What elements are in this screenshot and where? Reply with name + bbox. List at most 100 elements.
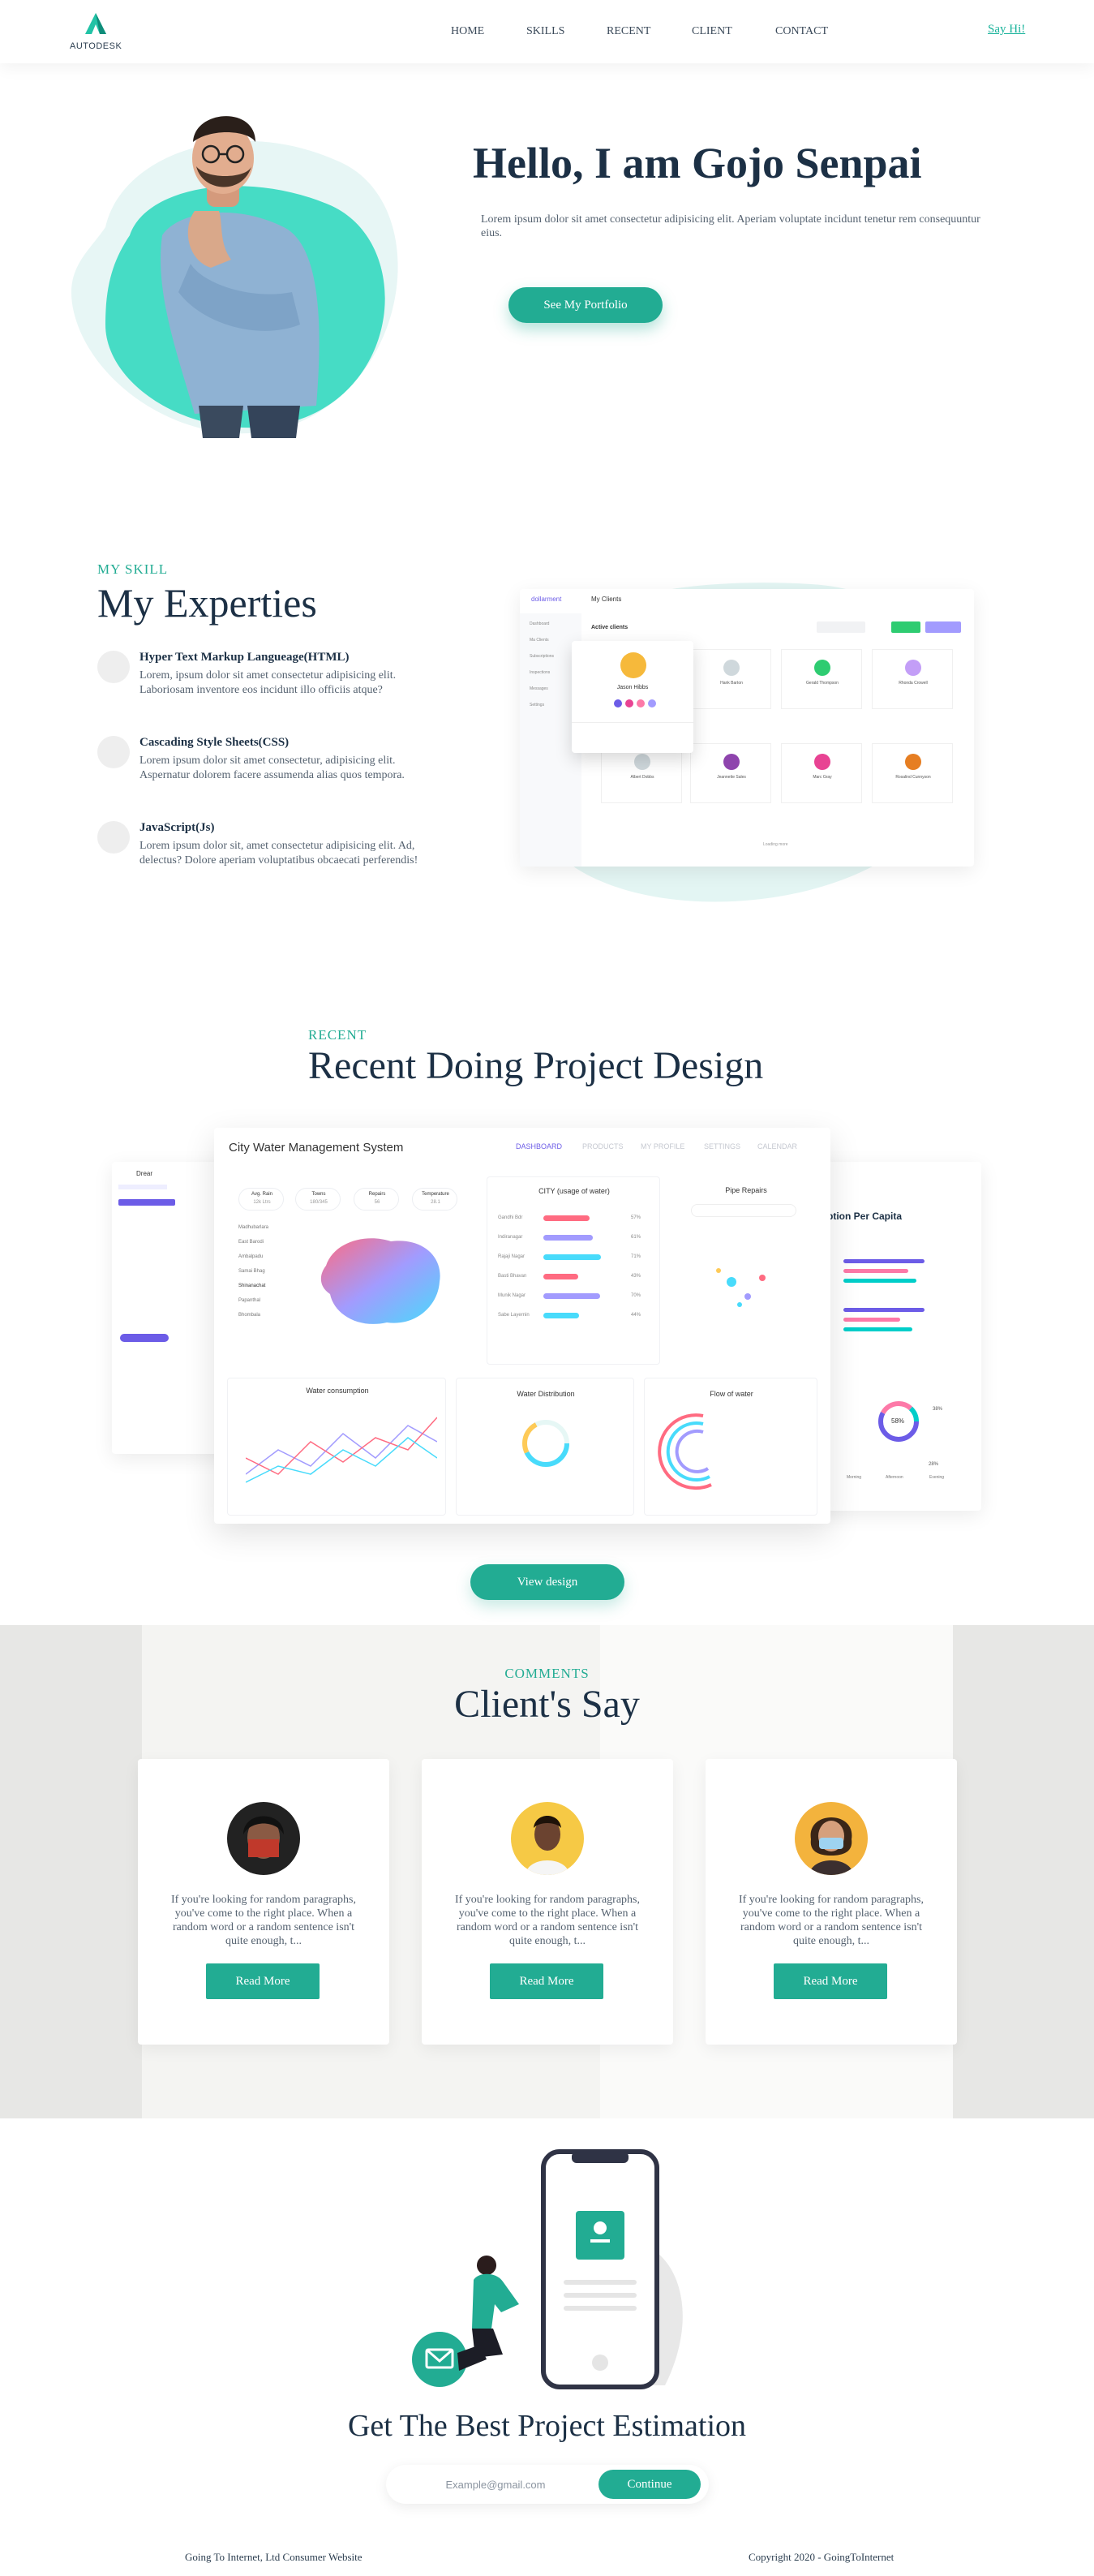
scatter-icon [716,1268,766,1307]
side-legend-item: Afternoon [886,1475,903,1480]
client-avatar-icon [227,1802,300,1875]
skill-item-css: Cascading Style Sheets(CSS) Lorem ipsum … [97,736,438,793]
read-more-button[interactable]: Read More [774,1963,887,1999]
skill-description: Lorem, ipsum dolor sit amet consectetur … [139,669,397,696]
usage-bar [543,1235,593,1241]
mockup-client-card: Jeannette Sales [690,743,771,803]
mockup-client-card: Rhonda Crowell [872,649,953,709]
estimation-title: Get The Best Project Estimation [347,2409,747,2443]
usage-label: Indiranagar [498,1235,523,1240]
usage-bars: Gandhi Bdr 57% Indiranagar 61% Rajaji Nagar 7… [487,1176,660,1365]
ring-chart-icon [522,1420,569,1467]
dashboard-tab: SETTINGS [704,1142,741,1150]
line-chart-icon [246,1417,437,1483]
read-more-button[interactable]: Read More [490,1963,603,1999]
recent-kicker: RECENT [308,1027,367,1043]
client-avatar-icon [795,1802,868,1875]
testimonial-quote: If you're looking for random paragraphs,… [454,1894,640,1947]
phone-estimation-illustration [412,2149,683,2389]
skill-title: My Experties [97,580,317,626]
clients-kicker: COMMENTS [504,1666,590,1681]
donut-label: 38% [933,1407,943,1412]
mockup-header: My Clients [591,596,622,603]
autodesk-logo-icon [85,13,106,34]
pipe-repairs-card: Pipe Repairs [675,1176,817,1365]
dashboard-tab: PRODUCTS [582,1142,624,1150]
side-brand: Drear [136,1170,153,1177]
usage-label: Sabe Layernin [498,1313,530,1318]
recent-title: Recent Doing Project Design [308,1044,764,1087]
skill-item-html: Hyper Text Markup Langueage(HTML) Lorem,… [97,651,438,707]
hero-title: Hello, I am Gojo Senpai [473,139,922,187]
skill-name: Hyper Text Markup Langueage(HTML) [139,651,350,664]
mockup-sidebar-item: Subscriptions [530,654,555,659]
footer-copyright: Copyright 2020 - GoingToInternet [749,2551,895,2563]
usage-bar [543,1274,578,1279]
mockup-load-more: Loading more [763,842,788,847]
continue-button[interactable]: Continue [598,2470,701,2499]
mockup-client-card: Hank Barton [690,649,771,709]
testimonial-card: If you're looking for random paragraphs,… [138,1759,389,2045]
usage-bar [543,1254,601,1260]
usage-label: Rajaji Nagar [498,1254,526,1259]
hero-description: Lorem ipsum dolor sit amet consectetur a… [481,213,980,239]
arc-chart-icon [658,1413,712,1490]
skill-name: Cascading Style Sheets(CSS) [139,736,290,749]
autodesk-logo[interactable]: AUTODESK [70,10,122,51]
mockup-client-card: Marc Gray [781,743,862,803]
skill-name: JavaScript(Js) [139,821,215,834]
brand-name: AUTODESK [70,41,122,51]
distribution-title: Water Distribution [517,1390,575,1398]
testimonial-quote: If you're looking for random paragraphs,… [738,1894,924,1947]
say-hi-link[interactable]: Say Hi! [988,23,1025,37]
flow-title: Flow of water [710,1390,753,1398]
avatar [511,1802,584,1875]
mockup-tab: Active clients [591,625,629,630]
email-form: Continue [386,2465,709,2504]
clients-title: Client's Say [454,1683,640,1726]
view-design-button[interactable]: View design [470,1564,624,1600]
side-dashboard-right: ption Per Capita 58% 38% 28% Morning Aft… [811,1162,981,1511]
footer-company: Going To Internet, Ltd Consumer Website [185,2551,363,2563]
flow-of-water-card: Flow of water [644,1378,817,1516]
nav-skills[interactable]: SKILLS [526,25,564,38]
mockup-sidebar-item: Ma Clients [530,638,549,643]
read-more-button[interactable]: Read More [206,1963,320,1999]
email-input[interactable] [402,2472,589,2496]
skill-bullet-icon [97,821,130,854]
avatar [227,1802,300,1875]
testimonial-quote: If you're looking for random paragraphs,… [170,1894,356,1947]
mockup-client-popup: Jason Hibbs [572,641,693,753]
district-item: Papanthal [238,1298,261,1303]
usage-label: Gandhi Bdr [498,1215,523,1220]
see-portfolio-button[interactable]: See My Portfolio [508,287,663,323]
nav-contact[interactable]: CONTACT [775,25,828,38]
stat-pill: Repairs 56 [354,1188,399,1211]
usage-label: Munik Nagar [498,1293,526,1298]
dashboard-tab: MY PROFILE [641,1142,685,1150]
district-item: Bhombala [238,1313,261,1318]
water-consumption-card: Water consumption [227,1378,446,1516]
usage-bar [543,1313,579,1318]
side-title: ption Per Capita [827,1211,903,1222]
district-item: Shinanachat [238,1284,266,1288]
client-avatar-icon [511,1802,584,1875]
skill-description: Lorem ipsum dolor sit amet consectetur, … [139,755,405,781]
mockup-brand: dollarment [531,596,562,603]
stat-pill: Temperature 28.1 [412,1188,457,1211]
top-navbar: AUTODESK HOME SKILLS RECENT CLIENT CONTA… [0,0,1094,63]
mockup-add-button [891,621,920,633]
nav-recent[interactable]: RECENT [607,25,650,38]
nav-home[interactable]: HOME [451,25,484,38]
stat-pill: Avg. Rain 12k Ltrs [238,1188,284,1211]
mockup-sidebar-item: Dashboard [530,621,550,626]
donut-label: 28% [929,1462,939,1467]
nav-client[interactable]: CLIENT [692,25,732,38]
city-map-icon [320,1238,440,1324]
mockup-filter-button [925,621,961,633]
stat-pill: Towns 180/345 [295,1188,341,1211]
usage-pct: 61% [631,1235,641,1240]
mockup-search [817,621,865,633]
side-legend-item: Evening [929,1475,945,1480]
district-item: East Barodi [238,1240,264,1245]
